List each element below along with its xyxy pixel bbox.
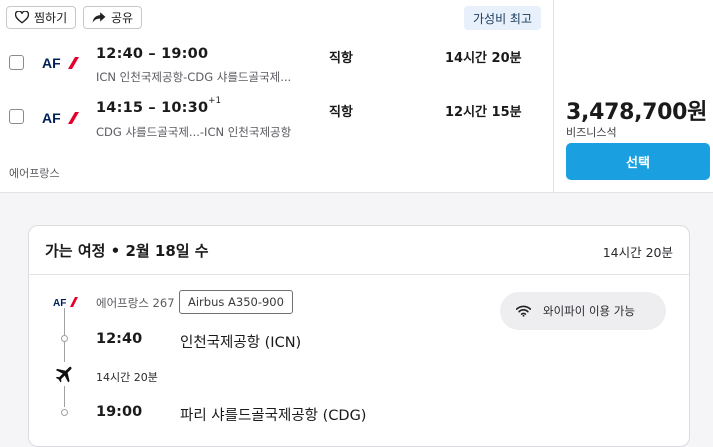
save-label: 찜하기 <box>34 11 68 25</box>
save-button[interactable]: 찜하기 <box>6 6 77 29</box>
detail-header: 가는 여정 • 2월 18일 수 14시간 20분 <box>29 226 689 275</box>
airplane-icon <box>55 366 72 383</box>
leg-route: ICN 인천국제공항-CDG 샤를드골국제... <box>96 70 292 84</box>
timeline-dot-arrival <box>61 409 68 416</box>
leg-checkbox-return[interactable] <box>9 109 24 124</box>
leg-duration: 12시간 15분 <box>445 105 522 120</box>
airline-name: 에어프랑스 <box>9 167 60 180</box>
departure-time: 12:40 <box>96 331 143 347</box>
svg-text:AF: AF <box>42 110 61 126</box>
aircraft-tag: Airbus A350-900 <box>179 290 293 314</box>
share-button[interactable]: 공유 <box>83 6 143 29</box>
arrival-time: 19:00 <box>96 404 143 420</box>
timeline-line <box>64 308 65 335</box>
cabin-class: 비즈니스석 <box>566 126 617 139</box>
timeline-line <box>64 342 65 362</box>
leg-checkbox-outbound[interactable] <box>9 55 24 70</box>
leg-times: 12:40 – 19:00 <box>96 46 209 62</box>
price: 3,478,700원 <box>566 100 708 125</box>
result-card: 찜하기 공유 가성비 최고 AF 12:40 – 19:00 ICN 인천국제공… <box>0 0 713 193</box>
leg-route: CDG 샤를드골국제...-ICN 인천국제공항 <box>96 125 292 139</box>
air-france-logo: AF <box>42 110 79 126</box>
heart-icon <box>15 11 29 24</box>
detail-title: 가는 여정 • 2월 18일 수 <box>45 242 209 260</box>
leg-stops: 직항 <box>329 105 353 120</box>
wifi-amenity-pill: 와이파이 이용 가능 <box>500 292 666 330</box>
air-france-logo: AF <box>42 55 79 71</box>
flight-number: 에어프랑스 267 <box>96 296 175 310</box>
leg-duration: 14시간 20분 <box>445 51 522 66</box>
leg-times: 14:15 – 10:30+1 <box>96 96 222 116</box>
itinerary-detail-panel: 가는 여정 • 2월 18일 수 14시간 20분 AF 에어프랑스 267 A… <box>28 225 690 447</box>
departure-airport: 인천국제공항 (ICN) <box>180 335 302 351</box>
leg-stops: 직항 <box>329 51 353 66</box>
svg-text:AF: AF <box>53 298 66 308</box>
detail-total-duration: 14시간 20분 <box>602 245 673 260</box>
segment-duration: 14시간 20분 <box>96 371 158 384</box>
timeline-line <box>64 386 65 407</box>
best-value-badge: 가성비 최고 <box>464 6 542 30</box>
wifi-label: 와이파이 이용 가능 <box>543 304 635 318</box>
arrival-airport: 파리 샤를드골국제공항 (CDG) <box>180 408 367 424</box>
wifi-icon <box>516 305 531 317</box>
air-france-logo-small: AF <box>53 297 78 308</box>
share-arrow-icon <box>92 12 106 23</box>
share-label: 공유 <box>111 11 134 25</box>
svg-text:AF: AF <box>42 55 61 71</box>
timeline-dot-departure <box>61 335 68 342</box>
divider <box>553 0 554 192</box>
select-button[interactable]: 선택 <box>566 143 710 180</box>
